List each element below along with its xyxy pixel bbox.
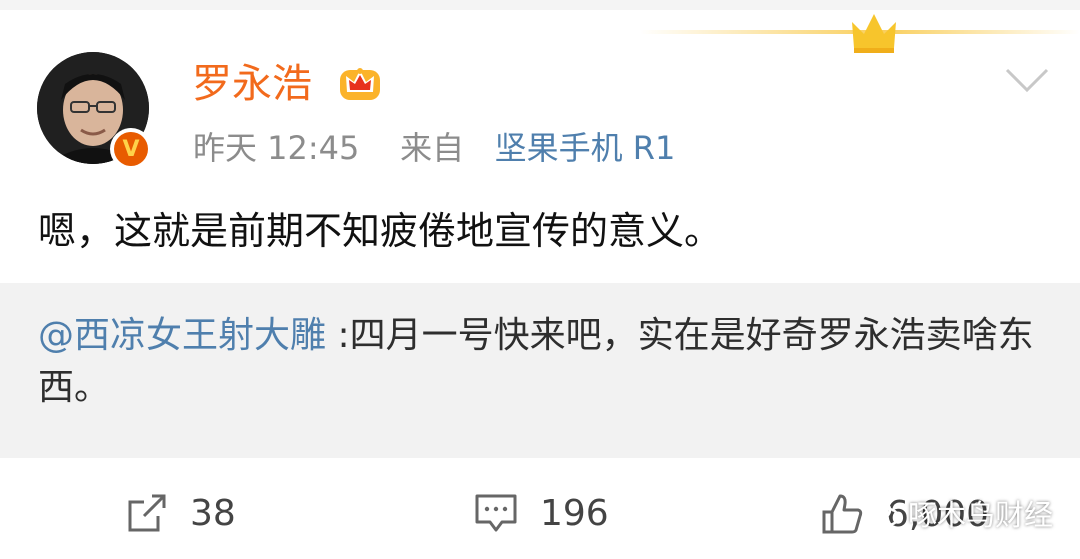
wechat-icon [866, 499, 900, 527]
repost-icon [128, 494, 166, 532]
mention-link[interactable]: @西凉女王射大雕 [38, 315, 326, 356]
crown-decoration [640, 14, 1080, 53]
repost-count: 38 [190, 492, 236, 534]
comment-icon [475, 494, 517, 532]
repost-button[interactable]: 38 [126, 492, 236, 534]
post-meta: 昨天 12:45 来自 坚果手机 R1 [193, 126, 675, 170]
like-icon [822, 494, 863, 534]
watermark-text: 啄木鸟财经 [908, 498, 1054, 532]
comment-count: 196 [540, 492, 609, 534]
verified-badge-icon: V [110, 128, 152, 170]
post-time: 昨天 12:45 [193, 129, 360, 167]
source-label: 来自 [400, 129, 465, 167]
crown-icon [852, 14, 896, 53]
quoted-post-text: @西凉女王射大雕 :四月一号快来吧，实在是好奇罗永浩卖啥东西。 [38, 310, 1048, 414]
username[interactable]: 罗永浩 [192, 58, 312, 110]
comment-button[interactable]: 196 [474, 492, 609, 534]
watermark: 啄木鸟财经 [866, 492, 1053, 534]
chevron-down-icon[interactable] [1004, 66, 1050, 94]
vip-crown-icon [340, 68, 380, 100]
post-content: 嗯，这就是前期不知疲倦地宣传的意义。 [38, 209, 723, 253]
device-link[interactable]: 坚果手机 R1 [495, 129, 676, 167]
